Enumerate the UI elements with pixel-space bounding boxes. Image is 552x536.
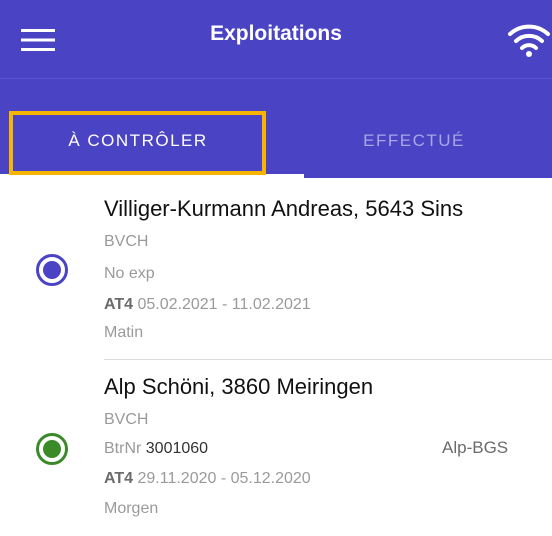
at-label: AT4 bbox=[104, 470, 134, 487]
date-range: 29.11.2020 - 05.12.2020 bbox=[137, 470, 311, 487]
status-radio-icon[interactable] bbox=[36, 433, 68, 465]
wifi-icon bbox=[508, 24, 550, 57]
farm-period-dates: AT4 05.02.2021 - 11.02.2021 bbox=[104, 296, 311, 314]
farm-period: Morgen bbox=[104, 500, 159, 517]
app-bar: Exploitations bbox=[0, 0, 552, 78]
page-title: Exploitations bbox=[210, 22, 342, 45]
farm-org: BVCH bbox=[104, 411, 149, 428]
farm-name: Alp Schöni, 3860 Meiringen bbox=[104, 374, 374, 399]
at-label: AT4 bbox=[104, 296, 134, 313]
farm-name: Villiger-Kurmann Andreas, 5643 Sins bbox=[104, 196, 464, 221]
farm-tag: Alp-BGS bbox=[442, 438, 509, 457]
farm-org: BVCH bbox=[104, 233, 149, 250]
btr-label: BtrNr bbox=[104, 440, 142, 457]
farm-exp: No exp bbox=[104, 265, 155, 282]
tab-effectue[interactable]: EFFECTUÉ bbox=[276, 79, 552, 179]
farm-btr: BtrNr 3001060 bbox=[104, 440, 208, 458]
highlight-box bbox=[9, 111, 266, 175]
date-range: 05.02.2021 - 11.02.2021 bbox=[137, 296, 311, 313]
btr-value: 3001060 bbox=[145, 440, 209, 457]
wifi-status-button[interactable] bbox=[506, 20, 552, 60]
status-radio-icon[interactable] bbox=[36, 254, 68, 286]
list-item[interactable]: Villiger-Kurmann Andreas, 5643 Sins BVCH… bbox=[0, 178, 552, 358]
farm-period-dates: AT4 29.11.2020 - 05.12.2020 bbox=[104, 470, 311, 488]
list-item[interactable]: Alp Schöni, 3860 Meiringen BVCH BtrNr 30… bbox=[0, 360, 552, 530]
farm-period: Matin bbox=[104, 324, 144, 341]
